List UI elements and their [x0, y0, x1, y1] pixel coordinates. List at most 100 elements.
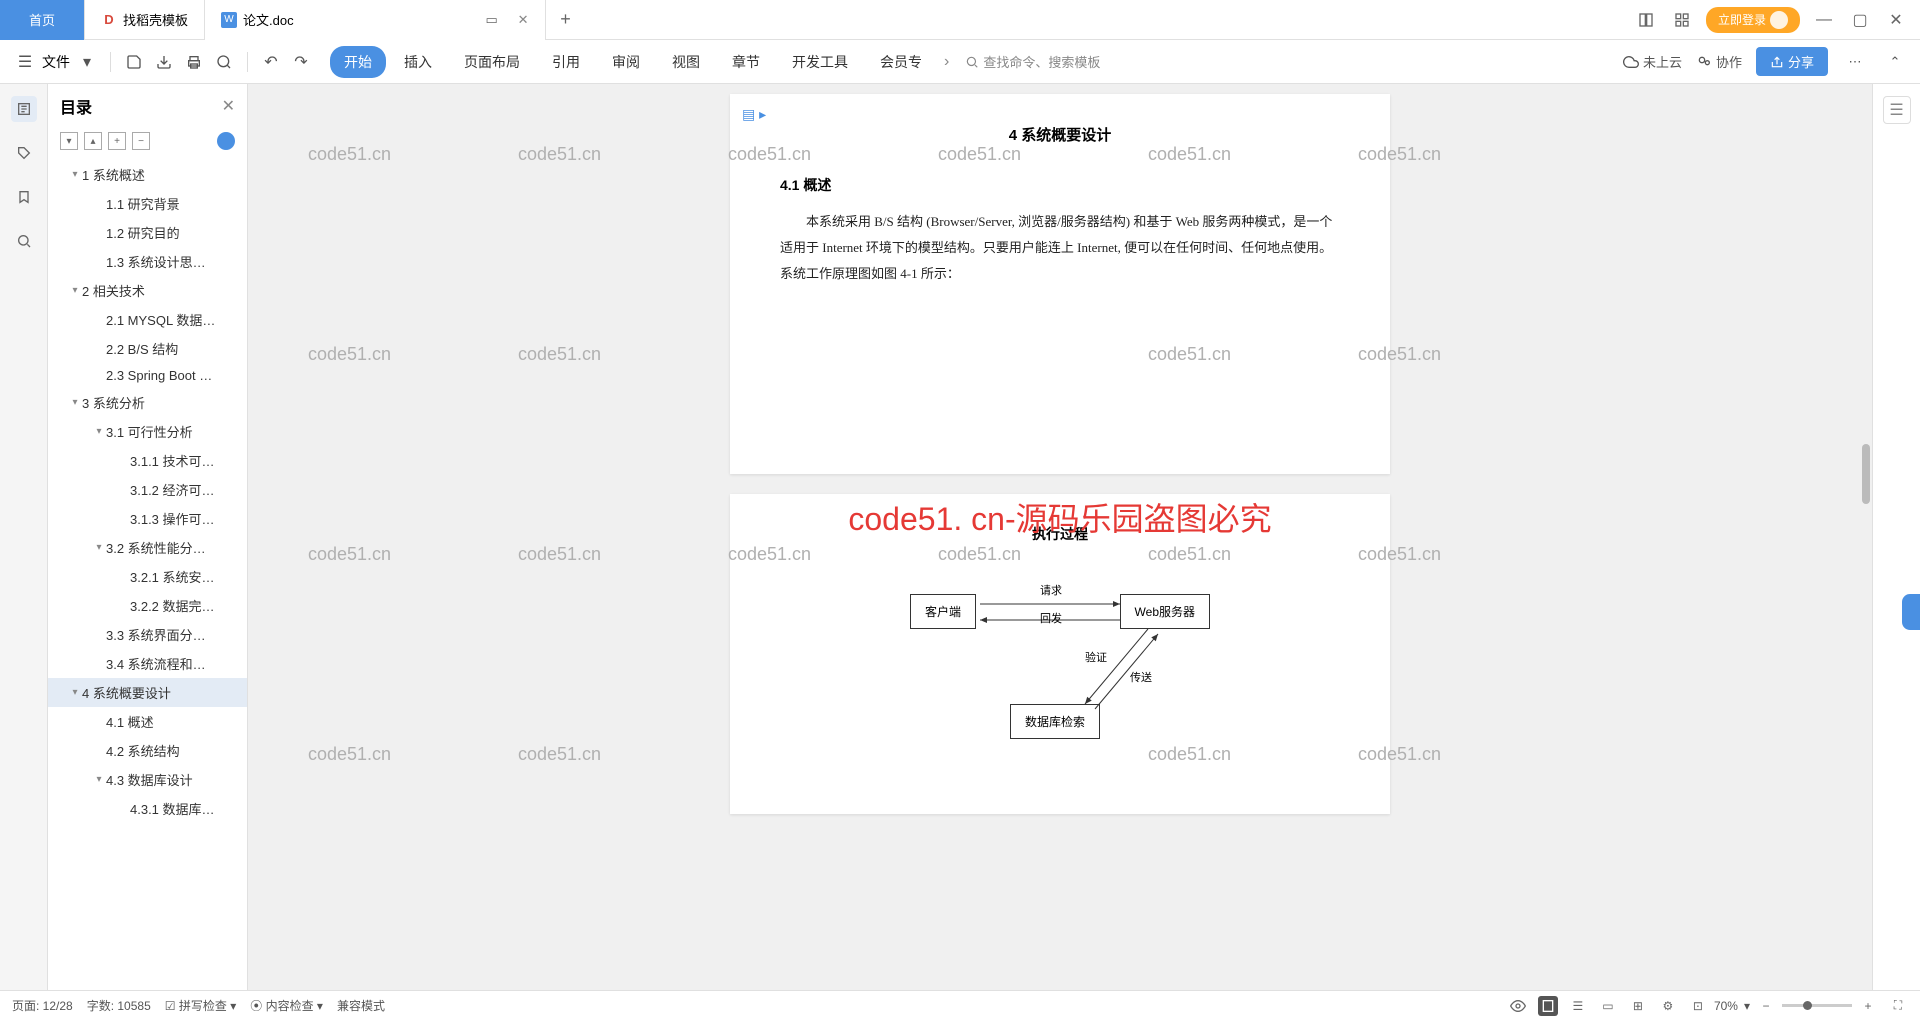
tab-document[interactable]: W 论文.doc ▭ ✕: [205, 0, 545, 40]
menu-开发工具[interactable]: 开发工具: [778, 46, 862, 78]
redo-icon[interactable]: ↷: [288, 49, 314, 75]
menu-会员专[interactable]: 会员专: [866, 46, 936, 78]
command-search[interactable]: 查找命令、搜索模板: [965, 52, 1100, 71]
outline-list[interactable]: ▾1 系统概述1.1 研究背景1.2 研究目的1.3 系统设计思…▾2 相关技术…: [48, 160, 247, 990]
menu-overflow-icon[interactable]: ›: [944, 53, 949, 71]
chevron-down-icon[interactable]: ▾: [92, 774, 106, 785]
outline-item[interactable]: 1.1 研究背景: [48, 189, 247, 218]
outline-icon[interactable]: [11, 96, 37, 122]
zoom-control[interactable]: ⊡ 70% ▾ − +: [1688, 996, 1878, 1016]
cloud-status[interactable]: 未上云: [1623, 52, 1682, 71]
outline-item[interactable]: ▾3 系统分析: [48, 388, 247, 417]
tab-template[interactable]: D 找稻壳模板: [85, 0, 205, 40]
tab-monitor-icon[interactable]: ▭: [480, 8, 504, 32]
save-icon[interactable]: [121, 49, 147, 75]
outline-item[interactable]: 3.2.2 数据完…: [48, 591, 247, 620]
status-contentcheck[interactable]: ⦿ 内容检查 ▾: [250, 997, 323, 1014]
zoom-slider[interactable]: [1782, 1004, 1852, 1007]
fullscreen-icon[interactable]: ⛶: [1888, 996, 1908, 1016]
menu-页面布局[interactable]: 页面布局: [450, 46, 534, 78]
outline-item[interactable]: 2.3 Spring Boot …: [48, 363, 247, 388]
window-maximize-icon[interactable]: ▢: [1848, 8, 1872, 32]
outline-item[interactable]: 3.4 系统流程和…: [48, 649, 247, 678]
side-flyout-tab[interactable]: [1902, 594, 1920, 630]
expand-all-icon[interactable]: ▴: [84, 132, 102, 150]
page-marker-icon[interactable]: ▤ ▸: [742, 106, 766, 123]
status-compat[interactable]: 兼容模式: [337, 997, 385, 1014]
chevron-down-icon[interactable]: ▾: [74, 49, 100, 75]
view-web-icon[interactable]: ⊞: [1628, 996, 1648, 1016]
menu-审阅[interactable]: 审阅: [598, 46, 654, 78]
undo-icon[interactable]: ↶: [258, 49, 284, 75]
outline-item[interactable]: 2.2 B/S 结构: [48, 334, 247, 363]
scrollbar-thumb[interactable]: [1862, 444, 1870, 504]
chevron-down-icon[interactable]: ▾: [92, 542, 106, 553]
outline-item[interactable]: 4.3.1 数据库…: [48, 794, 247, 823]
zoom-in-icon[interactable]: +: [1858, 996, 1878, 1016]
outline-item[interactable]: 4.2 系统结构: [48, 736, 247, 765]
status-page[interactable]: 页面: 12/28: [12, 997, 73, 1014]
window-minimize-icon[interactable]: —: [1812, 8, 1836, 32]
outline-item[interactable]: 2.1 MYSQL 数据…: [48, 305, 247, 334]
zoom-out-icon[interactable]: −: [1756, 996, 1776, 1016]
collapse-ribbon-icon[interactable]: ⌃: [1882, 49, 1908, 75]
new-tab-button[interactable]: +: [546, 9, 586, 30]
outline-item[interactable]: 3.1.1 技术可…: [48, 446, 247, 475]
view-outline-icon[interactable]: ☰: [1568, 996, 1588, 1016]
outline-item[interactable]: 3.1.2 经济可…: [48, 475, 247, 504]
tab-home[interactable]: 首页: [0, 0, 85, 40]
menu-开始[interactable]: 开始: [330, 46, 386, 78]
remove-heading-icon[interactable]: −: [132, 132, 150, 150]
collaborate-button[interactable]: 协作: [1696, 52, 1742, 71]
outline-item[interactable]: 1.3 系统设计思…: [48, 247, 247, 276]
chevron-down-icon[interactable]: ▾: [68, 169, 82, 180]
outline-item[interactable]: 4.1 概述: [48, 707, 247, 736]
menu-插入[interactable]: 插入: [390, 46, 446, 78]
search-icon[interactable]: [11, 228, 37, 254]
outline-item[interactable]: ▾3.2 系统性能分…: [48, 533, 247, 562]
bookmark-icon[interactable]: [11, 184, 37, 210]
collapse-all-icon[interactable]: ▾: [60, 132, 78, 150]
document-area[interactable]: code51.cn code51.cn code51.cn code51.cn …: [248, 84, 1872, 990]
toolbar-more-icon[interactable]: ⋯: [1842, 49, 1868, 75]
apps-icon[interactable]: [1670, 8, 1694, 32]
outline-item[interactable]: ▾2 相关技术: [48, 276, 247, 305]
outline-item[interactable]: ▾4 系统概要设计: [48, 678, 247, 707]
outline-item[interactable]: 3.2.1 系统安…: [48, 562, 247, 591]
file-menu[interactable]: 文件: [42, 52, 70, 72]
outline-item[interactable]: 1.2 研究目的: [48, 218, 247, 247]
share-button[interactable]: 分享: [1756, 47, 1828, 76]
eye-icon[interactable]: [1508, 996, 1528, 1016]
menu-引用[interactable]: 引用: [538, 46, 594, 78]
zoom-reset-icon[interactable]: ⊡: [1688, 996, 1708, 1016]
menu-章节[interactable]: 章节: [718, 46, 774, 78]
outline-item[interactable]: 3.1.3 操作可…: [48, 504, 247, 533]
view-page-icon[interactable]: [1538, 996, 1558, 1016]
chevron-down-icon[interactable]: ▾: [68, 687, 82, 698]
status-words[interactable]: 字数: 10585: [87, 997, 151, 1014]
outline-item[interactable]: ▾3.1 可行性分析: [48, 417, 247, 446]
print-icon[interactable]: [181, 49, 207, 75]
tag-icon[interactable]: [11, 140, 37, 166]
preview-icon[interactable]: [211, 49, 237, 75]
settings-icon[interactable]: ⚙: [1658, 996, 1678, 1016]
layout-icon[interactable]: [1634, 8, 1658, 32]
export-icon[interactable]: [151, 49, 177, 75]
outline-item[interactable]: ▾4.3 数据库设计: [48, 765, 247, 794]
tab-close-icon[interactable]: ✕: [518, 12, 529, 28]
chevron-down-icon[interactable]: ▾: [68, 285, 82, 296]
menu-视图[interactable]: 视图: [658, 46, 714, 78]
outline-badge-icon[interactable]: [217, 132, 235, 150]
window-close-icon[interactable]: ✕: [1884, 8, 1908, 32]
outline-item[interactable]: 3.3 系统界面分…: [48, 620, 247, 649]
view-read-icon[interactable]: ▭: [1598, 996, 1618, 1016]
chevron-down-icon[interactable]: ▾: [92, 426, 106, 437]
chevron-down-icon[interactable]: ▾: [68, 397, 82, 408]
hamburger-icon[interactable]: ☰: [12, 49, 38, 75]
outline-item[interactable]: ▾1 系统概述: [48, 160, 247, 189]
chevron-down-icon[interactable]: ▾: [1744, 999, 1750, 1013]
add-heading-icon[interactable]: +: [108, 132, 126, 150]
status-spellcheck[interactable]: ☑ 拼写检查 ▾: [165, 997, 236, 1014]
sidebar-toggle-icon[interactable]: ☰: [1883, 96, 1911, 124]
login-button[interactable]: 立即登录: [1706, 7, 1800, 33]
